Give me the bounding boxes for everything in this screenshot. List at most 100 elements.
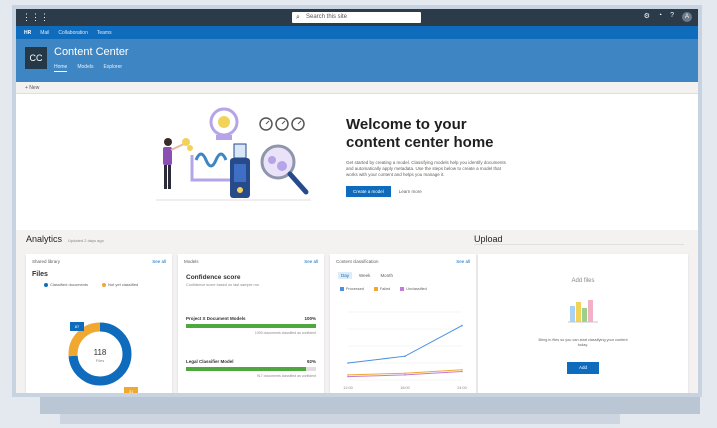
legend-label-failed: Failed	[379, 287, 391, 291]
suite-bar-icons: ⚙ ◔ ? A	[644, 12, 692, 22]
suite-bar: ⋮⋮⋮ ⌕ Search this site ⚙ ◔ ? A	[16, 9, 698, 26]
time-range-tabs: Day Week Month	[330, 264, 476, 279]
confidence-subtitle: Confidence score based on last sample ru…	[186, 283, 260, 287]
legend-label-classified: Classified documents	[50, 282, 89, 287]
files-card-label: Shared library	[32, 259, 61, 264]
legend-item-unclassified: Not yet classified	[102, 282, 138, 287]
legend-label-unclassified: Not yet classified	[108, 282, 139, 287]
model-row[interactable]: Legal Classifier Model 92% 917 documents…	[178, 359, 324, 378]
models-card: Models See all Confidence score Confiden…	[178, 254, 324, 393]
data-point-processed[interactable]	[347, 362, 349, 364]
welcome-description: Get started by creating a model. Classif…	[346, 160, 506, 177]
classification-card: Content classification See all Day Week …	[330, 254, 476, 393]
site-header: CC Content Center Home Models Explorer	[16, 39, 698, 82]
upload-title: Upload	[474, 234, 503, 244]
legend-swatch	[340, 287, 344, 291]
legend-dot	[102, 282, 107, 287]
model-row-header: Project X Document Models 100%	[186, 316, 316, 321]
hub-nav-item-hr[interactable]: HR	[24, 30, 31, 36]
upload-description: Bring in files so you can start classify…	[538, 338, 628, 347]
site-nav-item-home[interactable]: Home	[54, 64, 68, 72]
browser-window: ⋮⋮⋮ ⌕ Search this site ⚙ ◔ ? A HR Mail C…	[16, 9, 698, 393]
model-percent: 92%	[306, 359, 316, 364]
unclassified-count-tag: 31	[124, 387, 138, 393]
analytics-title: Analytics	[26, 234, 63, 244]
confidence-bar-fill	[186, 324, 316, 328]
background-shadow-lower	[60, 414, 620, 424]
classification-see-all-link[interactable]: See all	[456, 259, 470, 264]
legend-item-failed: Failed	[373, 287, 391, 291]
files-legend: Classified documents Not yet classified	[26, 278, 172, 287]
help-icon[interactable]: ?	[670, 12, 674, 22]
tab-day[interactable]: Day	[338, 272, 353, 279]
legend-item-processed: Processed	[340, 287, 364, 291]
confidence-bar-track	[186, 367, 316, 371]
welcome-title-line-1: Welcome to your	[346, 116, 467, 133]
model-name: Project X Document Models	[186, 316, 246, 321]
background-shadow	[40, 396, 700, 414]
learn-more-link[interactable]: Learn more	[399, 189, 422, 194]
files-see-all-link[interactable]: See all	[152, 259, 166, 264]
data-point-processed[interactable]	[404, 355, 406, 357]
data-point-failed[interactable]	[347, 374, 349, 376]
data-point-processed[interactable]	[461, 324, 463, 327]
tab-week[interactable]: Week	[356, 272, 373, 279]
analytics-header: Analytics Updated 2 days ago	[26, 234, 104, 244]
classification-legend: Processed Failed Unclassified	[330, 279, 476, 291]
tab-month[interactable]: Month	[377, 272, 396, 279]
welcome-illustration-icon	[156, 107, 311, 201]
hub-navigation: HR Mail Collaboration Teams	[16, 26, 698, 39]
site-nav-item-explorer[interactable]: Explorer	[103, 64, 122, 72]
welcome-banner: Welcome to your content center home Get …	[16, 94, 698, 230]
series-line-processed[interactable]	[347, 325, 463, 364]
legend-label-unclassified: Unclassified	[406, 287, 427, 291]
hub-nav-item-teams[interactable]: Teams	[97, 30, 112, 36]
add-files-button[interactable]: Add	[567, 362, 599, 374]
welcome-title: Welcome to your content center home	[346, 116, 536, 152]
donut-center-label: Files	[96, 358, 104, 363]
data-point-failed[interactable]	[404, 372, 406, 374]
hub-nav-item-mail[interactable]: Mail	[40, 30, 49, 36]
data-point-unclassified[interactable]	[461, 370, 463, 373]
classification-line-chart: 12:00 18:00 24:00	[343, 311, 467, 390]
hub-nav-item-collaboration[interactable]: Collaboration	[58, 30, 87, 36]
confidence-bar-fill	[186, 367, 306, 371]
x-tick-label: 12:00	[343, 386, 353, 390]
data-point-unclassified[interactable]	[347, 375, 349, 378]
files-card-header: Shared library See all	[26, 254, 172, 264]
x-tick-label: 18:00	[400, 386, 410, 390]
legend-swatch	[373, 287, 378, 291]
donut-center-value: 118	[94, 348, 107, 357]
app-launcher-icon[interactable]: ⋮⋮⋮	[22, 12, 49, 23]
site-logo[interactable]: CC	[25, 47, 47, 69]
classification-card-header: Content classification See all	[330, 254, 476, 264]
legend-label-processed: Processed	[346, 287, 364, 291]
models-see-all-link[interactable]: See all	[304, 259, 318, 264]
model-row-header: Legal Classifier Model 92%	[186, 359, 316, 364]
command-bar: + New	[16, 82, 698, 94]
models-card-header: Models See all	[178, 254, 324, 264]
welcome-actions: Create a model Learn more	[346, 186, 536, 197]
welcome-title-line-2: content center home	[346, 134, 494, 151]
divider	[474, 244, 684, 245]
site-navigation: Home Models Explorer	[54, 64, 122, 72]
classification-card-label: Content classification	[336, 259, 379, 264]
model-row[interactable]: Project X Document Models 100% 1000 docu…	[178, 316, 324, 335]
search-placeholder: Search this site	[306, 14, 348, 20]
site-nav-item-models[interactable]: Models	[77, 64, 93, 72]
new-button[interactable]: + New	[25, 85, 39, 91]
settings-icon[interactable]: ⚙	[644, 12, 650, 22]
data-point-unclassified[interactable]	[404, 374, 406, 376]
data-point-failed[interactable]	[461, 369, 463, 371]
legend-item-classified: Classified documents	[44, 282, 88, 287]
notifications-icon[interactable]: ◔	[658, 12, 662, 22]
search-icon: ⌕	[296, 14, 300, 21]
create-model-button[interactable]: Create a model	[346, 186, 391, 197]
search-input[interactable]: ⌕ Search this site	[292, 12, 421, 23]
site-title[interactable]: Content Center	[54, 46, 129, 58]
classified-count-tag: 87	[70, 322, 84, 331]
legend-dot	[44, 282, 48, 287]
model-footnote: 1000 documents classified as confident	[254, 331, 316, 335]
x-tick-label: 24:00	[457, 386, 467, 390]
avatar[interactable]: A	[682, 12, 692, 22]
